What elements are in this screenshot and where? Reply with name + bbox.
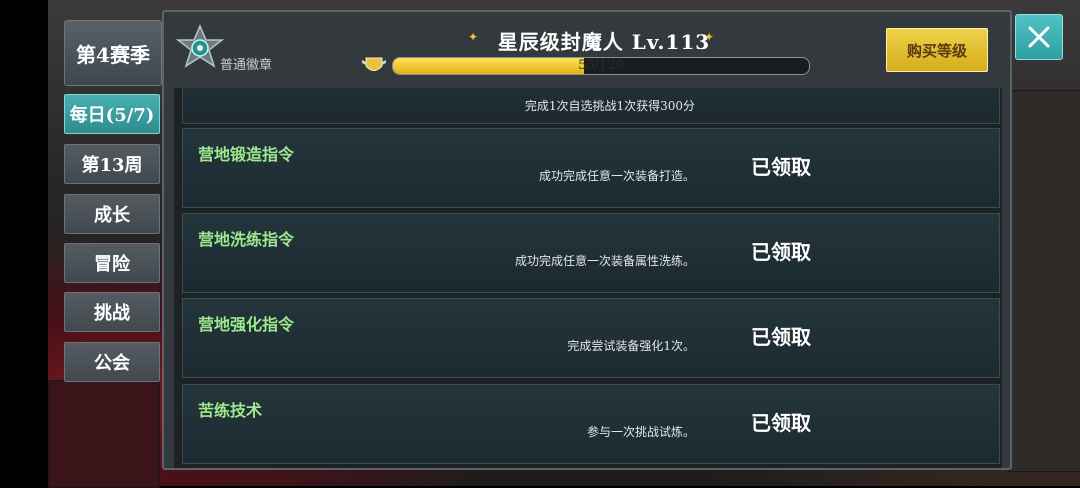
task-status: 已领取 xyxy=(751,411,811,435)
task-list[interactable]: 完成1次自选挑战1次获得300分 营地锻造指令 成功完成任意一次装备打造。 已领… xyxy=(174,88,1002,468)
xp-progress-bar: 55/120 xyxy=(392,57,810,75)
close-icon xyxy=(1028,26,1050,48)
pass-panel: 普通徽章 ✦ 星辰级封魔人 Lv.113 ✦ 55/120 购买等级 完成1次自… xyxy=(162,10,1012,470)
panel-header: 普通徽章 ✦ 星辰级封魔人 Lv.113 ✦ 55/120 购买等级 xyxy=(164,12,1010,86)
tab-week[interactable]: 第13周 xyxy=(64,144,160,184)
season-label: 第4赛季 xyxy=(64,20,162,86)
task-title: 营地洗练指令 xyxy=(198,230,295,249)
buy-level-button[interactable]: 购买等级 xyxy=(886,28,988,72)
task-description: 完成1次自选挑战1次获得300分 xyxy=(524,99,695,113)
task-description: 参与一次挑战试炼。 xyxy=(586,425,695,439)
task-description: 成功完成任意一次装备打造。 xyxy=(538,169,695,183)
list-item: 营地强化指令 完成尝试装备强化1次。 已领取 xyxy=(182,298,1000,378)
task-status: 已领取 xyxy=(751,325,811,349)
badge-icon xyxy=(176,24,224,68)
star-ornament-right-icon: ✦ xyxy=(704,30,715,44)
task-title: 营地锻造指令 xyxy=(198,145,295,164)
tab-challenge[interactable]: 挑战 xyxy=(64,292,160,332)
list-item: 营地锻造指令 成功完成任意一次装备打造。 已领取 xyxy=(182,128,1000,208)
list-item: 苦练技术 参与一次挑战试炼。 已领取 xyxy=(182,384,1000,464)
task-title: 营地强化指令 xyxy=(198,315,295,334)
task-status: 已领取 xyxy=(751,155,811,179)
list-item: 营地洗练指令 成功完成任意一次装备属性洗练。 已领取 xyxy=(182,213,1000,293)
close-button[interactable] xyxy=(1015,14,1063,60)
tab-guild[interactable]: 公会 xyxy=(64,342,160,382)
badge-label: 普通徽章 xyxy=(220,58,273,73)
rank-shield-icon xyxy=(362,57,386,71)
tab-growth[interactable]: 成长 xyxy=(64,194,160,234)
tab-daily[interactable]: 每日(5/7) xyxy=(64,94,160,134)
task-title: 苦练技术 xyxy=(198,401,263,420)
xp-progress-text: 55/120 xyxy=(578,58,624,73)
task-status: 已领取 xyxy=(751,240,811,264)
task-description: 成功完成任意一次装备属性洗练。 xyxy=(514,254,695,268)
task-description: 完成尝试装备强化1次。 xyxy=(567,339,695,353)
list-item: 完成1次自选挑战1次获得300分 xyxy=(182,88,1000,124)
tab-adventure[interactable]: 冒险 xyxy=(64,243,160,283)
